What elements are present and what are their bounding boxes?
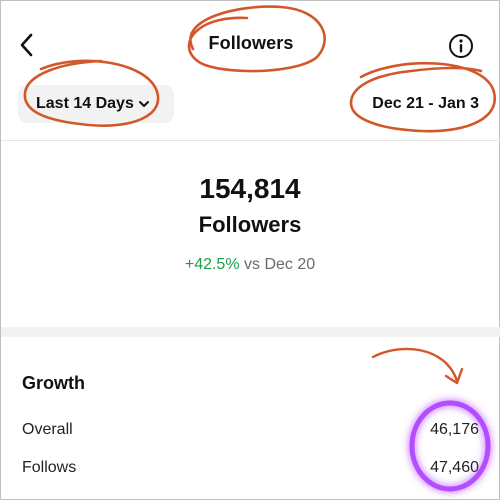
date-range-dropdown-label: Last 14 Days (36, 95, 134, 112)
screen: Followers Last 14 Days Dec 21 - Jan 3 15… (0, 0, 500, 500)
change-percentage: +42.5% (184, 256, 240, 273)
info-button[interactable] (447, 32, 475, 60)
arrow-head (444, 367, 464, 385)
follower-count-label: Followers (198, 212, 302, 237)
section-divider (1, 327, 500, 337)
growth-section-title: Growth (22, 373, 85, 393)
growth-follows-value: 47,460 (430, 459, 479, 476)
growth-overall-value: 46,176 (430, 421, 479, 438)
growth-follows-label: Follows (22, 459, 77, 476)
page-title: Followers (208, 33, 294, 53)
growth-overall-label: Overall (22, 421, 73, 438)
chevron-down-icon (138, 99, 150, 109)
info-circle-icon (449, 34, 473, 58)
follower-change: +42.5% vs Dec 20 (1, 256, 499, 274)
follower-count: 154,814 (199, 173, 301, 204)
change-comparison: vs Dec 20 (244, 256, 316, 273)
divider (1, 140, 500, 141)
top-nav-bar: Followers (1, 1, 500, 91)
date-range-text[interactable]: Dec 21 - Jan 3 (372, 95, 479, 113)
date-range-dropdown[interactable]: Last 14 Days (18, 85, 174, 123)
arrow-annotation (371, 347, 459, 383)
